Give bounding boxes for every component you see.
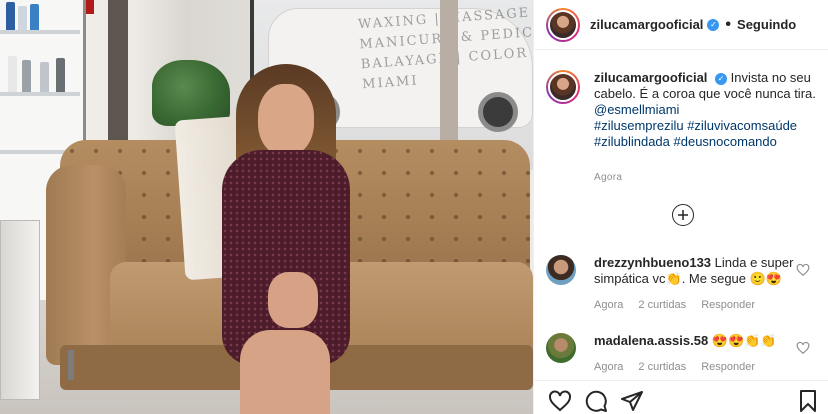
woman-legs [240,330,330,414]
heart-outline-icon[interactable] [796,341,810,355]
header-separator: • [725,15,732,33]
caption-hashtags-2[interactable]: #zilublindada #deusnocomando [594,134,777,149]
bookmark-icon[interactable] [796,389,820,413]
header-username[interactable]: zilucamargooficial [590,17,703,32]
heart-outline-icon[interactable] [796,263,810,277]
comment-likes[interactable]: 2 curtidas [638,299,686,311]
comment-text: drezzynhbueno133 Linda e super simpática… [594,255,794,287]
caption-timestamp: Agora [594,172,623,183]
comment-body: 😍😍👏👏 [711,333,777,348]
woman-hands [268,272,318,328]
caption-text: zilucamargooficial ✓ Invista no seu cabe… [594,70,819,150]
comment-text: madalena.assis.58 😍😍👏👏 [594,333,794,349]
sofa-leg [68,350,74,380]
caption-username[interactable]: zilucamargooficial [594,70,707,85]
following-button[interactable]: Seguindo [737,17,796,32]
caption-mention[interactable]: @esmellmiami [594,102,679,117]
verified-badge-icon: ✓ [707,18,720,31]
comment-time: Agora [594,299,624,311]
paper-plane-icon[interactable] [620,389,644,413]
caption-hashtags-1[interactable]: #zilusemprezilu #ziluvivacomsaúde [594,118,797,133]
plant [152,60,230,126]
reply-button[interactable]: Responder [701,361,755,373]
caption-avatar[interactable] [546,70,580,104]
post-side-panel: zilucamargooficial ✓ • Seguindo zilucama… [533,0,828,414]
woman-face [258,84,314,156]
action-bar [534,380,828,414]
comment-item: madalena.assis.58 😍😍👏👏 Agora 2 curtidas … [546,333,821,379]
window-pillar [440,0,458,160]
comment-time: Agora [594,361,624,373]
comment-meta: Agora 2 curtidas Responder [594,361,767,373]
comment-avatar[interactable] [546,333,576,363]
plus-circle-icon [678,210,688,220]
comment-username[interactable]: drezzynhbueno133 [594,255,711,270]
mirrored-cabinet [0,220,40,400]
caption: zilucamargooficial ✓ Invista no seu cabe… [546,70,821,150]
avatar[interactable] [546,7,580,42]
reply-button[interactable]: Responder [701,299,755,311]
load-more-comments-button[interactable] [672,204,694,226]
comment-meta: Agora 2 curtidas Responder [594,299,767,311]
comment-avatar[interactable] [546,255,576,285]
comment-item: drezzynhbueno133 Linda e super simpática… [546,255,821,319]
verified-badge-icon: ✓ [715,73,728,85]
comment-likes[interactable]: 2 curtidas [638,361,686,373]
wall-column [108,0,128,150]
comment-username[interactable]: madalena.assis.58 [594,333,708,348]
post-photo[interactable]: WAXING | MASSAGE MANICURE & PEDICURE BAL… [0,0,533,414]
heart-outline-icon[interactable] [548,389,572,413]
comment-bubble-icon[interactable] [584,389,608,413]
post-header: zilucamargooficial ✓ • Seguindo [534,0,828,50]
